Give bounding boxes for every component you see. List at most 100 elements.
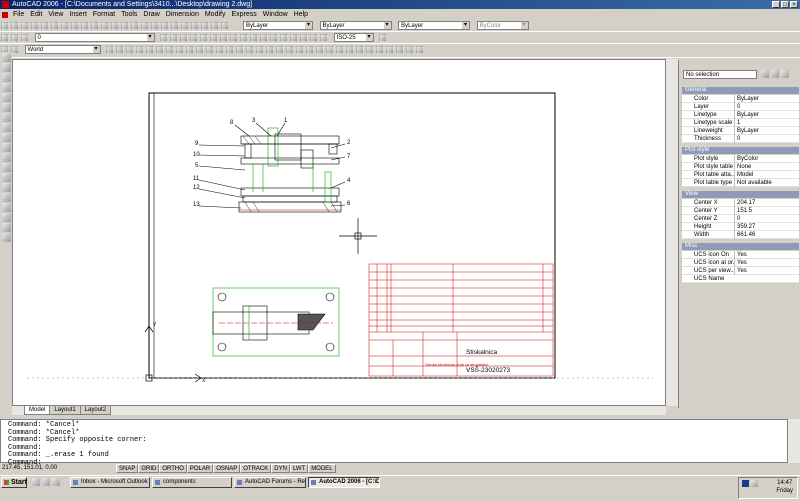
lwt-toggle[interactable]: LWT [289,464,309,473]
section-plot-style[interactable]: Plot style [682,147,799,154]
task-components[interactable]: components [152,477,232,488]
pan-icon[interactable] [121,21,129,30]
save-icon[interactable] [21,21,29,30]
otrack-toggle[interactable]: OTRACK [240,464,272,473]
new-icon[interactable] [1,21,9,30]
mtext-icon[interactable] [2,233,11,242]
open-icon[interactable] [11,21,19,30]
prop-row[interactable]: Height 359.27 [682,223,799,231]
paste-icon[interactable] [81,21,89,30]
dim-ordinate-icon[interactable] [190,33,199,42]
undo-icon[interactable] [101,21,109,30]
prop-row[interactable]: Layer 0 [682,103,799,111]
dim-arc-icon[interactable] [180,33,189,42]
minimize-button[interactable]: _ [772,1,780,8]
prop-row[interactable]: UCS per view... Yes [682,267,799,275]
ucs-object-icon[interactable] [116,45,125,54]
menu-view[interactable]: View [45,11,66,18]
vertical-scrollbar[interactable] [666,59,678,406]
dim-jogged-icon[interactable] [210,33,219,42]
prop-row[interactable]: Linetype ByLayer [682,111,799,119]
dimstyle-combo[interactable]: ISO-25 [333,33,374,43]
view-left-icon[interactable] [226,45,235,54]
center-mark-icon[interactable] [290,33,299,42]
doc-icon[interactable] [2,11,8,18]
polygon-icon[interactable] [2,83,11,92]
dim-style-icon[interactable] [379,33,388,42]
osnap-toggle[interactable]: OSNAP [213,464,241,473]
tab-layout2[interactable]: Layout2 [79,405,112,415]
hatch-icon[interactable] [2,193,11,202]
prop-row[interactable]: Center Y 151.5 [682,207,799,215]
circle-icon[interactable] [2,113,11,122]
menu-express[interactable]: Express [228,11,259,18]
clock[interactable]: 14:47 Friday [776,479,793,495]
ellipse-icon[interactable] [2,143,11,152]
shade-icon[interactable] [336,45,345,54]
prop-row[interactable]: Plot table type Not available [682,179,799,187]
revision-cloud-icon[interactable] [2,123,11,132]
orbit-icon[interactable] [316,45,325,54]
section-view[interactable]: View [682,191,799,198]
match-icon[interactable] [91,21,99,30]
menu-draw[interactable]: Draw [140,11,162,18]
prop-row[interactable]: UCS Name [682,275,799,283]
desktop-quicklaunch-icon[interactable] [32,478,40,486]
select-objects-icon[interactable] [771,70,779,78]
prop-row[interactable]: Lineweight ByLayer [682,127,799,135]
tool-palettes-icon[interactable] [181,21,189,30]
render-icon[interactable] [346,45,355,54]
menu-format[interactable]: Format [90,11,118,18]
ellipse-arc-icon[interactable] [2,153,11,162]
menu-insert[interactable]: Insert [66,11,90,18]
lineweight-combo[interactable]: ByLayer [398,21,471,31]
markup-icon[interactable] [201,21,209,30]
language-icon[interactable] [742,480,749,487]
prop-row[interactable]: Color ByLayer [682,95,799,103]
ucs-zaxis-icon[interactable] [156,45,165,54]
menu-edit[interactable]: Edit [27,11,45,18]
ucs-world-icon[interactable] [11,45,19,54]
menu-window[interactable]: Window [260,11,291,18]
view-ne-icon[interactable] [286,45,295,54]
materials-icon[interactable] [376,45,385,54]
color-combo[interactable]: ByLayer [243,21,314,31]
ucs-face-icon[interactable] [126,45,135,54]
view-sw-icon[interactable] [266,45,275,54]
tolerance-icon[interactable] [280,33,289,42]
properties-icon[interactable] [161,21,169,30]
view-front-icon[interactable] [246,45,255,54]
maximize-button[interactable]: □ [781,1,789,8]
view-right-icon[interactable] [236,45,245,54]
ucs-combo[interactable]: World [24,45,101,55]
prop-row[interactable]: UCS icon at or... Yes [682,259,799,267]
task-autocad-forums[interactable]: AutoCAD Forums - Reply... [234,477,306,488]
dim-angular-icon[interactable] [230,33,239,42]
calculator-icon[interactable] [211,21,219,30]
view-se-icon[interactable] [276,45,285,54]
prop-row[interactable]: Plot style table None [682,163,799,171]
design-center-icon[interactable] [171,21,179,30]
statistics-icon[interactable] [416,45,425,54]
dim-aligned-icon[interactable] [170,33,179,42]
ie-quicklaunch-icon[interactable] [42,478,50,486]
dim-linear-icon[interactable] [160,33,169,42]
view-top-icon[interactable] [206,45,215,54]
menu-tools[interactable]: Tools [118,11,140,18]
copy-icon[interactable] [71,21,79,30]
ucs-origin-icon[interactable] [146,45,155,54]
dim-diameter-icon[interactable] [220,33,229,42]
preview-icon[interactable] [41,21,49,30]
dim-text-edit-icon[interactable] [310,33,319,42]
make-block-icon[interactable] [2,173,11,182]
drawing-canvas[interactable]: 8 3 1 9 2 10 7 5 11 4 12 6 13 Stiskalnic… [12,59,666,406]
line-icon[interactable] [2,53,11,62]
point-icon[interactable] [2,183,11,192]
background-icon[interactable] [406,45,415,54]
rectangle-icon[interactable] [2,93,11,102]
landscape-icon[interactable] [386,45,395,54]
ortho-toggle[interactable]: ORTHO [159,464,187,473]
camera-icon[interactable] [306,45,315,54]
hide-icon[interactable] [326,45,335,54]
start-button[interactable]: Start [1,477,27,488]
